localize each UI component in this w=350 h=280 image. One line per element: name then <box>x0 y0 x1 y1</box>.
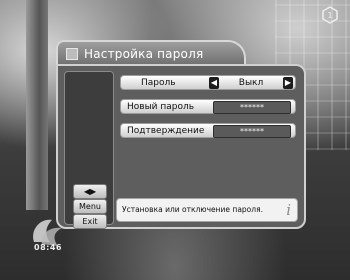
password-label: Пароль <box>141 78 176 88</box>
exit-key[interactable]: Exit <box>73 214 107 229</box>
channel-time: 08:46 <box>34 243 62 252</box>
help-bar: Установка или отключение пароля. i <box>116 198 298 222</box>
password-row[interactable]: Пароль ◀ Выкл ▶ <box>120 75 296 90</box>
new-password-row[interactable]: Новый пароль ****** <box>120 99 296 114</box>
dialog-title: Настройка пароля <box>84 47 204 61</box>
dialog-body: ◀▶ Menu Exit Пароль ◀ Выкл ▶ Новый парол… <box>56 64 306 229</box>
left-right-arrows-key[interactable]: ◀▶ <box>73 184 107 199</box>
confirm-password-field[interactable]: ****** <box>213 125 291 138</box>
new-password-field[interactable]: ****** <box>213 101 291 114</box>
svg-text:1: 1 <box>327 11 332 20</box>
settings-list: Пароль ◀ Выкл ▶ Новый пароль ****** Подт… <box>120 75 296 147</box>
menu-key[interactable]: Menu <box>73 199 107 214</box>
help-text: Установка или отключение пароля. <box>122 205 263 214</box>
confirm-password-row[interactable]: Подтверждение ****** <box>120 123 296 138</box>
menu-square-icon <box>66 48 78 60</box>
channel-logo-icon: 1 <box>322 6 338 24</box>
password-toggle-value: Выкл <box>238 77 264 88</box>
nav-key-column: ◀▶ Menu Exit <box>64 71 114 229</box>
background-pillar <box>26 0 48 210</box>
new-password-label: Новый пароль <box>127 102 195 112</box>
password-toggle-select[interactable]: ◀ Выкл ▶ <box>209 76 293 89</box>
info-icon: i <box>286 201 291 219</box>
left-arrow-icon[interactable]: ◀ <box>209 76 219 89</box>
password-settings-dialog: Настройка пароля ◀▶ Menu Exit Пароль ◀ В… <box>56 40 306 229</box>
right-arrow-icon[interactable]: ▶ <box>283 76 293 89</box>
confirm-password-label: Подтверждение <box>127 126 205 136</box>
dialog-title-bar: Настройка пароля <box>56 40 246 66</box>
